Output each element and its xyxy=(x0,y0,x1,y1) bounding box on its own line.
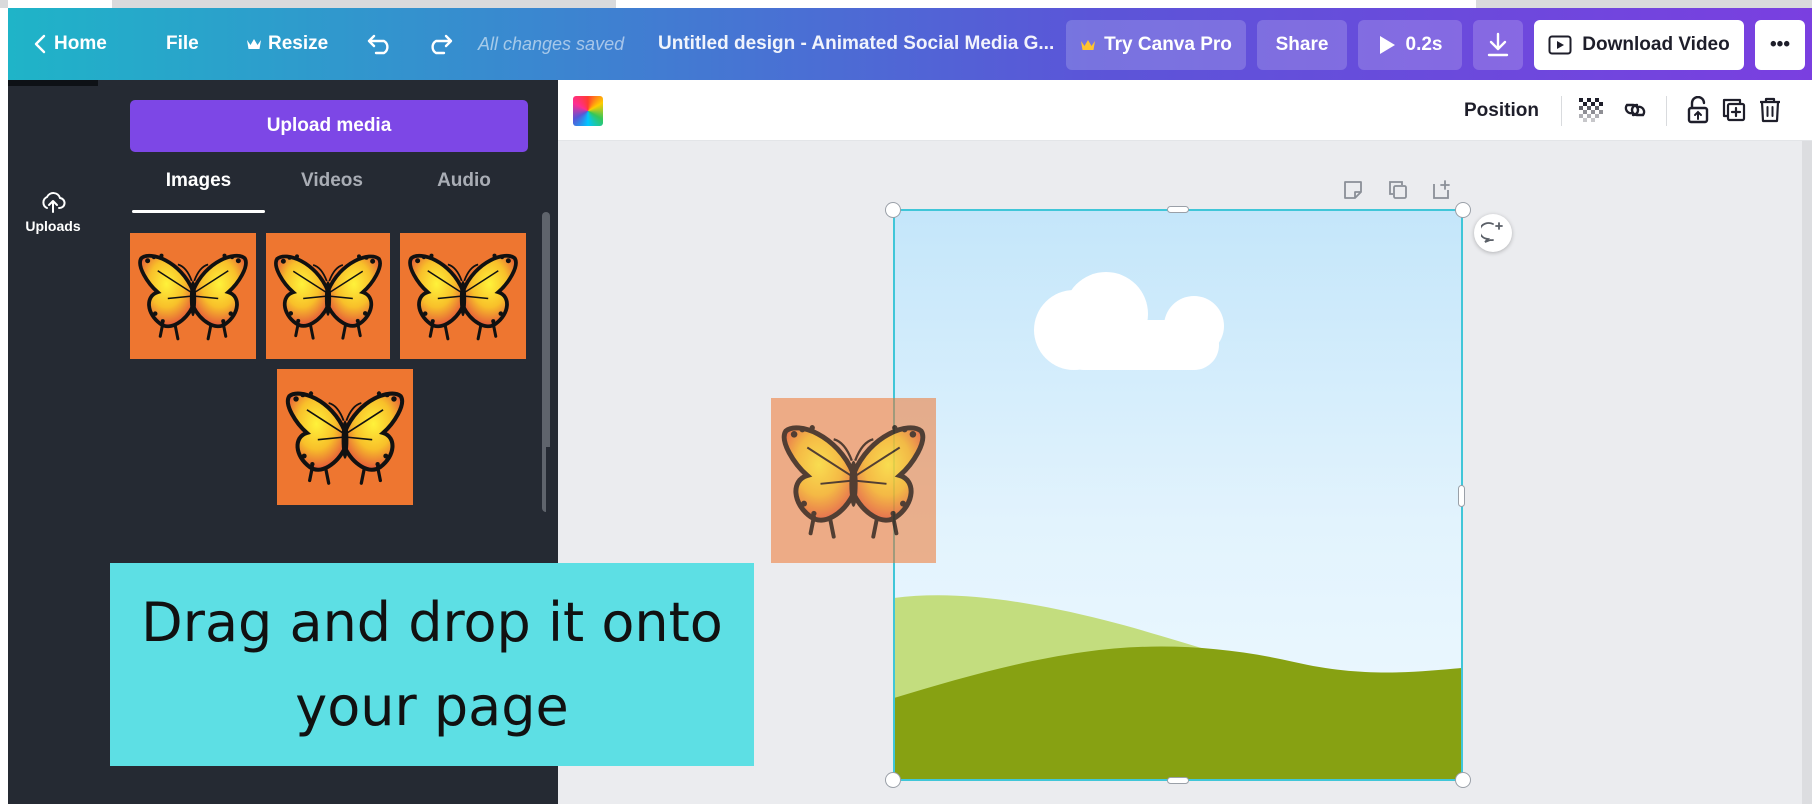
active-tab-underline xyxy=(132,210,265,213)
design-title[interactable]: Untitled design - Animated Social Media … xyxy=(658,8,1054,80)
instruction-caption: Drag and drop it onto your page xyxy=(110,563,754,766)
transparency-icon xyxy=(1579,98,1603,122)
home-button[interactable]: Home xyxy=(34,8,107,80)
add-page-button[interactable] xyxy=(1428,176,1456,204)
butterfly-icon xyxy=(130,233,256,359)
rail-tab-marker xyxy=(8,80,98,86)
download-button[interactable] xyxy=(1473,20,1523,70)
toolbar-divider xyxy=(1561,96,1562,126)
crown-icon xyxy=(247,39,261,49)
play-icon xyxy=(1379,36,1395,54)
try-canva-pro-button[interactable]: Try Canva Pro xyxy=(1066,20,1246,70)
cloud-shape xyxy=(1034,272,1224,370)
cloud-upload-icon xyxy=(42,192,66,213)
butterfly-icon xyxy=(771,398,936,563)
duplicate-icon xyxy=(1722,98,1746,122)
color-picker-swatch[interactable] xyxy=(573,96,603,126)
design-page[interactable] xyxy=(894,210,1462,780)
toolbar-divider xyxy=(1666,96,1667,126)
resize-handle-top[interactable] xyxy=(1167,206,1189,213)
position-label: Position xyxy=(1464,99,1539,121)
play-duration: 0.2s xyxy=(1405,34,1443,55)
comment-add-icon xyxy=(1481,222,1503,243)
download-video-button[interactable]: Download Video xyxy=(1534,20,1744,70)
play-button[interactable]: 0.2s xyxy=(1358,20,1462,70)
dragged-butterfly-image[interactable] xyxy=(771,398,936,563)
save-status: All changes saved xyxy=(478,33,625,54)
landscape-illustration xyxy=(894,272,1462,780)
resize-handle-bottom-left[interactable] xyxy=(885,772,901,788)
home-label: Home xyxy=(54,33,107,54)
note-icon xyxy=(1344,181,1362,199)
undo-button[interactable] xyxy=(366,8,394,80)
rail-item-uploads-label: Uploads xyxy=(25,218,81,234)
resize-handle-top-left[interactable] xyxy=(885,202,901,218)
link-icon xyxy=(1624,103,1646,117)
video-icon xyxy=(1548,35,1572,55)
header-bar: Home File Resize All changes saved Untit… xyxy=(8,8,1812,80)
resize-handle-top-right[interactable] xyxy=(1455,202,1471,218)
tab-audio-label: Audio xyxy=(437,170,491,191)
uploaded-image-thumbnail[interactable] xyxy=(130,233,256,359)
duplicate-page-button[interactable] xyxy=(1384,176,1412,204)
unlock-icon xyxy=(1687,96,1709,124)
tab-images[interactable]: Images xyxy=(132,170,265,214)
butterfly-icon xyxy=(400,233,526,359)
download-icon xyxy=(1487,32,1509,57)
rail-item-uploads[interactable]: Uploads xyxy=(8,190,98,234)
share-label: Share xyxy=(1275,34,1329,55)
share-button[interactable]: Share xyxy=(1257,20,1347,70)
transparency-button[interactable] xyxy=(1575,94,1607,126)
butterfly-icon xyxy=(277,369,413,505)
redo-icon xyxy=(431,34,453,55)
add-comment-button[interactable] xyxy=(1474,214,1512,252)
resize-button[interactable]: Resize xyxy=(246,8,328,80)
undo-icon xyxy=(367,34,389,55)
delete-button[interactable] xyxy=(1754,94,1786,126)
file-menu-button[interactable]: File xyxy=(166,8,199,80)
tab-videos-label: Videos xyxy=(301,170,363,191)
add-note-button[interactable] xyxy=(1339,176,1367,204)
lock-button[interactable] xyxy=(1682,94,1714,126)
tab-videos[interactable]: Videos xyxy=(277,170,387,214)
resize-handle-bottom[interactable] xyxy=(1167,777,1189,784)
add-page-icon xyxy=(1433,180,1450,199)
resize-handle-right[interactable] xyxy=(1458,485,1465,507)
uploaded-image-thumbnail[interactable] xyxy=(400,233,526,359)
editor-toolbar: Position xyxy=(558,80,1812,141)
upload-media-label: Upload media xyxy=(266,115,392,136)
crown-icon xyxy=(1081,40,1096,50)
position-button[interactable]: Position xyxy=(1464,80,1539,141)
top-strip xyxy=(0,0,1812,8)
instruction-caption-text: Drag and drop it onto your page xyxy=(141,590,723,738)
trash-icon xyxy=(1760,97,1780,123)
more-options-button[interactable]: ••• xyxy=(1755,20,1805,70)
try-canva-pro-label: Try Canva Pro xyxy=(1104,34,1232,55)
uploaded-image-thumbnail[interactable] xyxy=(277,369,413,505)
tab-audio[interactable]: Audio xyxy=(409,170,519,214)
link-button[interactable] xyxy=(1619,94,1651,126)
file-label: File xyxy=(166,33,199,54)
uploaded-image-thumbnail[interactable] xyxy=(266,233,390,359)
download-video-label: Download Video xyxy=(1582,34,1730,55)
more-options-label: ••• xyxy=(1770,34,1790,55)
upload-media-button[interactable]: Upload media xyxy=(130,100,528,152)
duplicate-button[interactable] xyxy=(1718,94,1750,126)
resize-handle-bottom-right[interactable] xyxy=(1455,772,1471,788)
tab-images-label: Images xyxy=(165,170,232,191)
canvas-scrollbar[interactable] xyxy=(1802,141,1812,804)
left-icon-rail: Uploads xyxy=(8,80,112,804)
redo-button[interactable] xyxy=(426,8,454,80)
resize-label: Resize xyxy=(268,33,329,54)
chevron-left-icon xyxy=(34,34,46,54)
copy-icon xyxy=(1389,181,1407,199)
butterfly-icon xyxy=(266,233,390,359)
